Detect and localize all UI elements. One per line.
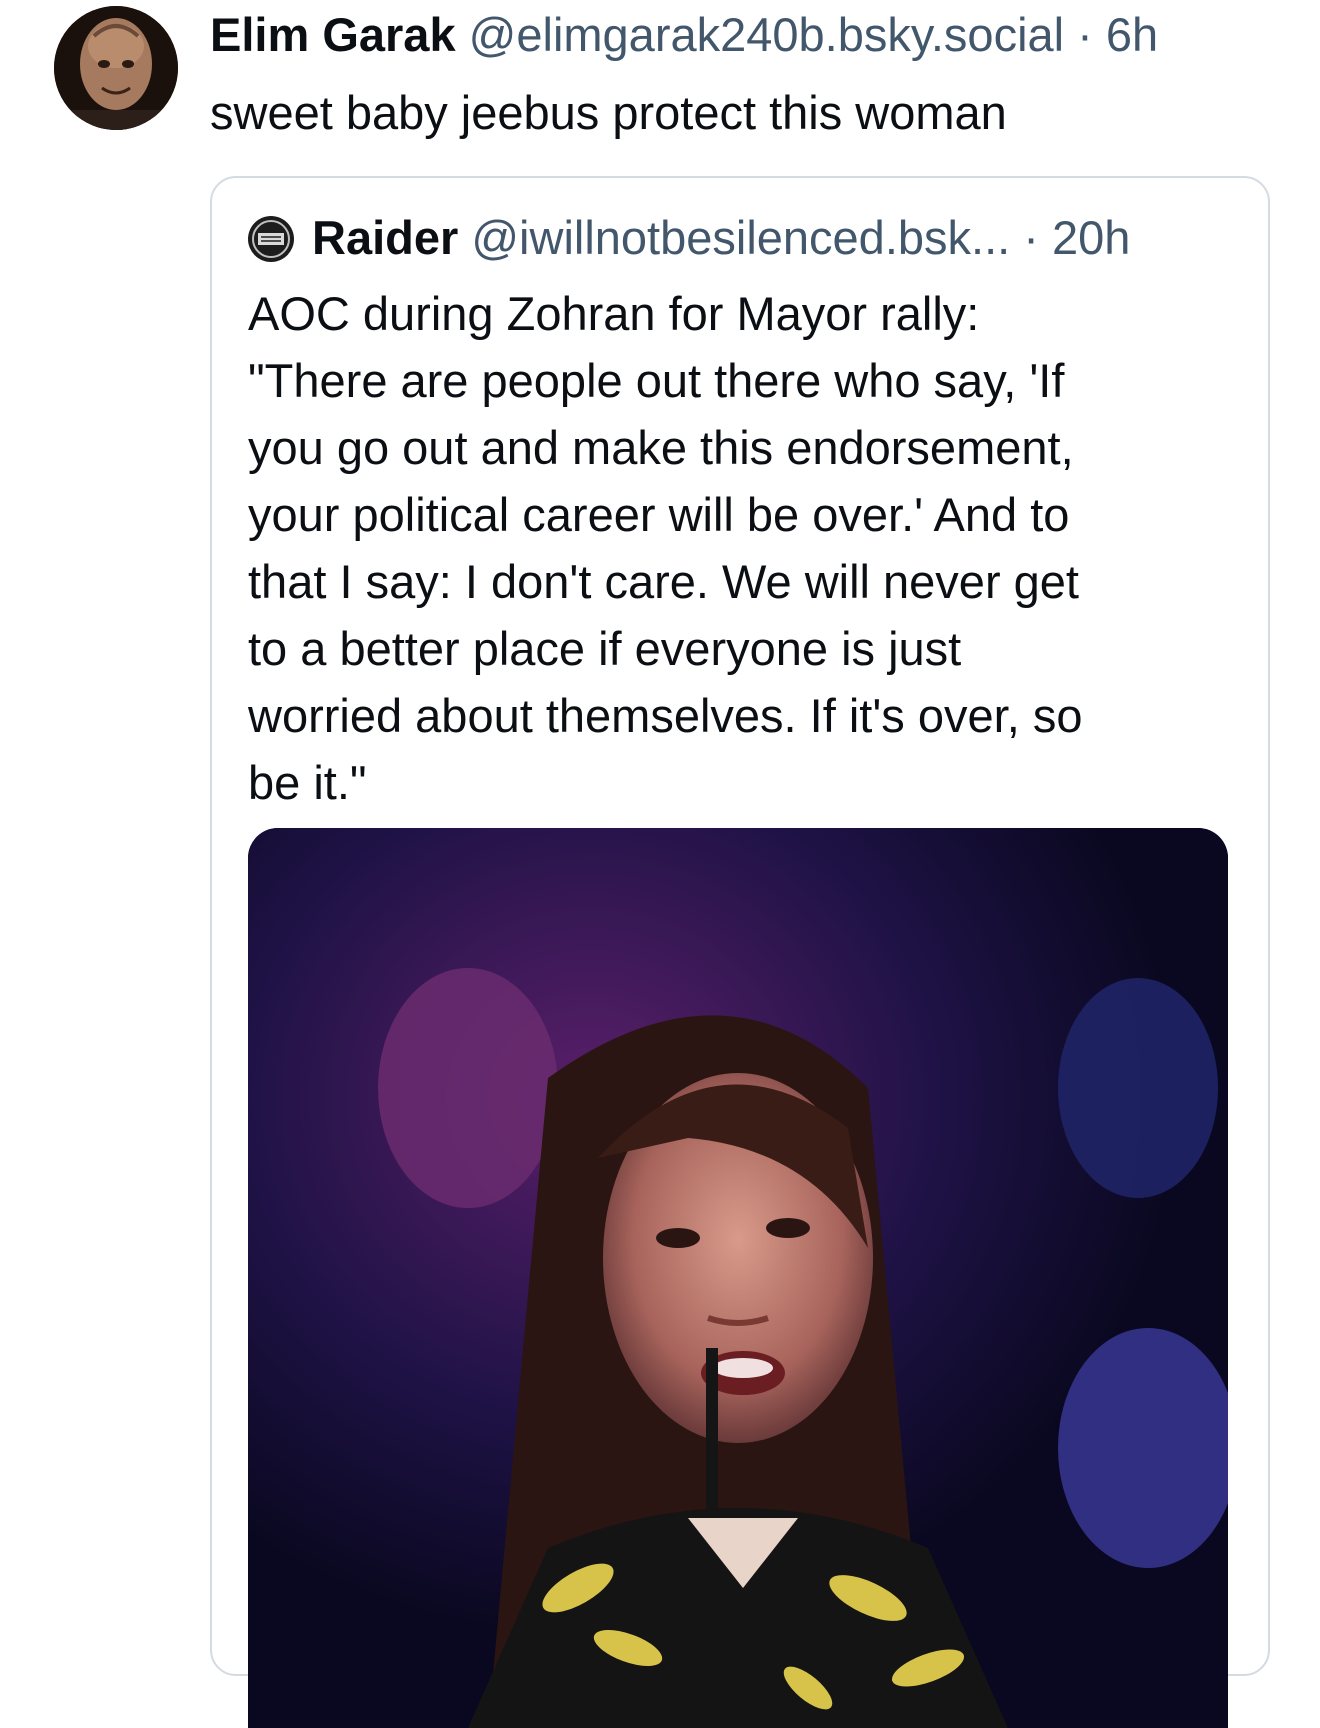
quoted-post-text: AOC during Zohran for Mayor rally: "Ther… xyxy=(248,287,1083,809)
quoted-post[interactable]: Raider @iwillnotbesilenced.bsk... · 20h … xyxy=(210,176,1270,1728)
quoted-author-handle[interactable]: @iwillnotbesilenced.bsk... xyxy=(471,211,1010,264)
author-handle[interactable]: @elimgarak240b.bsky.social xyxy=(469,8,1064,61)
quoted-author-avatar[interactable] xyxy=(248,216,294,262)
avatar-photo-icon xyxy=(54,6,178,130)
quoted-separator-dot: · xyxy=(1023,211,1039,264)
quoted-post-media[interactable] xyxy=(248,828,1228,1728)
raider-logo-icon xyxy=(249,217,293,261)
post-timestamp[interactable]: 6h xyxy=(1106,8,1158,61)
author-avatar[interactable] xyxy=(54,6,178,130)
video-still-image xyxy=(248,828,1228,1728)
post-text: sweet baby jeebus protect this woman xyxy=(210,86,1007,139)
post[interactable]: Elim Garak @elimgarak240b.bsky.social · … xyxy=(0,0,1320,1728)
quoted-post-header: Raider @iwillnotbesilenced.bsk... · 20h xyxy=(312,210,1130,266)
quoted-post-timestamp[interactable]: 20h xyxy=(1052,211,1130,264)
separator-dot: · xyxy=(1077,8,1093,61)
author-name[interactable]: Elim Garak xyxy=(210,8,456,61)
quoted-author-name[interactable]: Raider xyxy=(312,211,458,264)
post-header: Elim Garak @elimgarak240b.bsky.social · … xyxy=(210,6,1158,64)
